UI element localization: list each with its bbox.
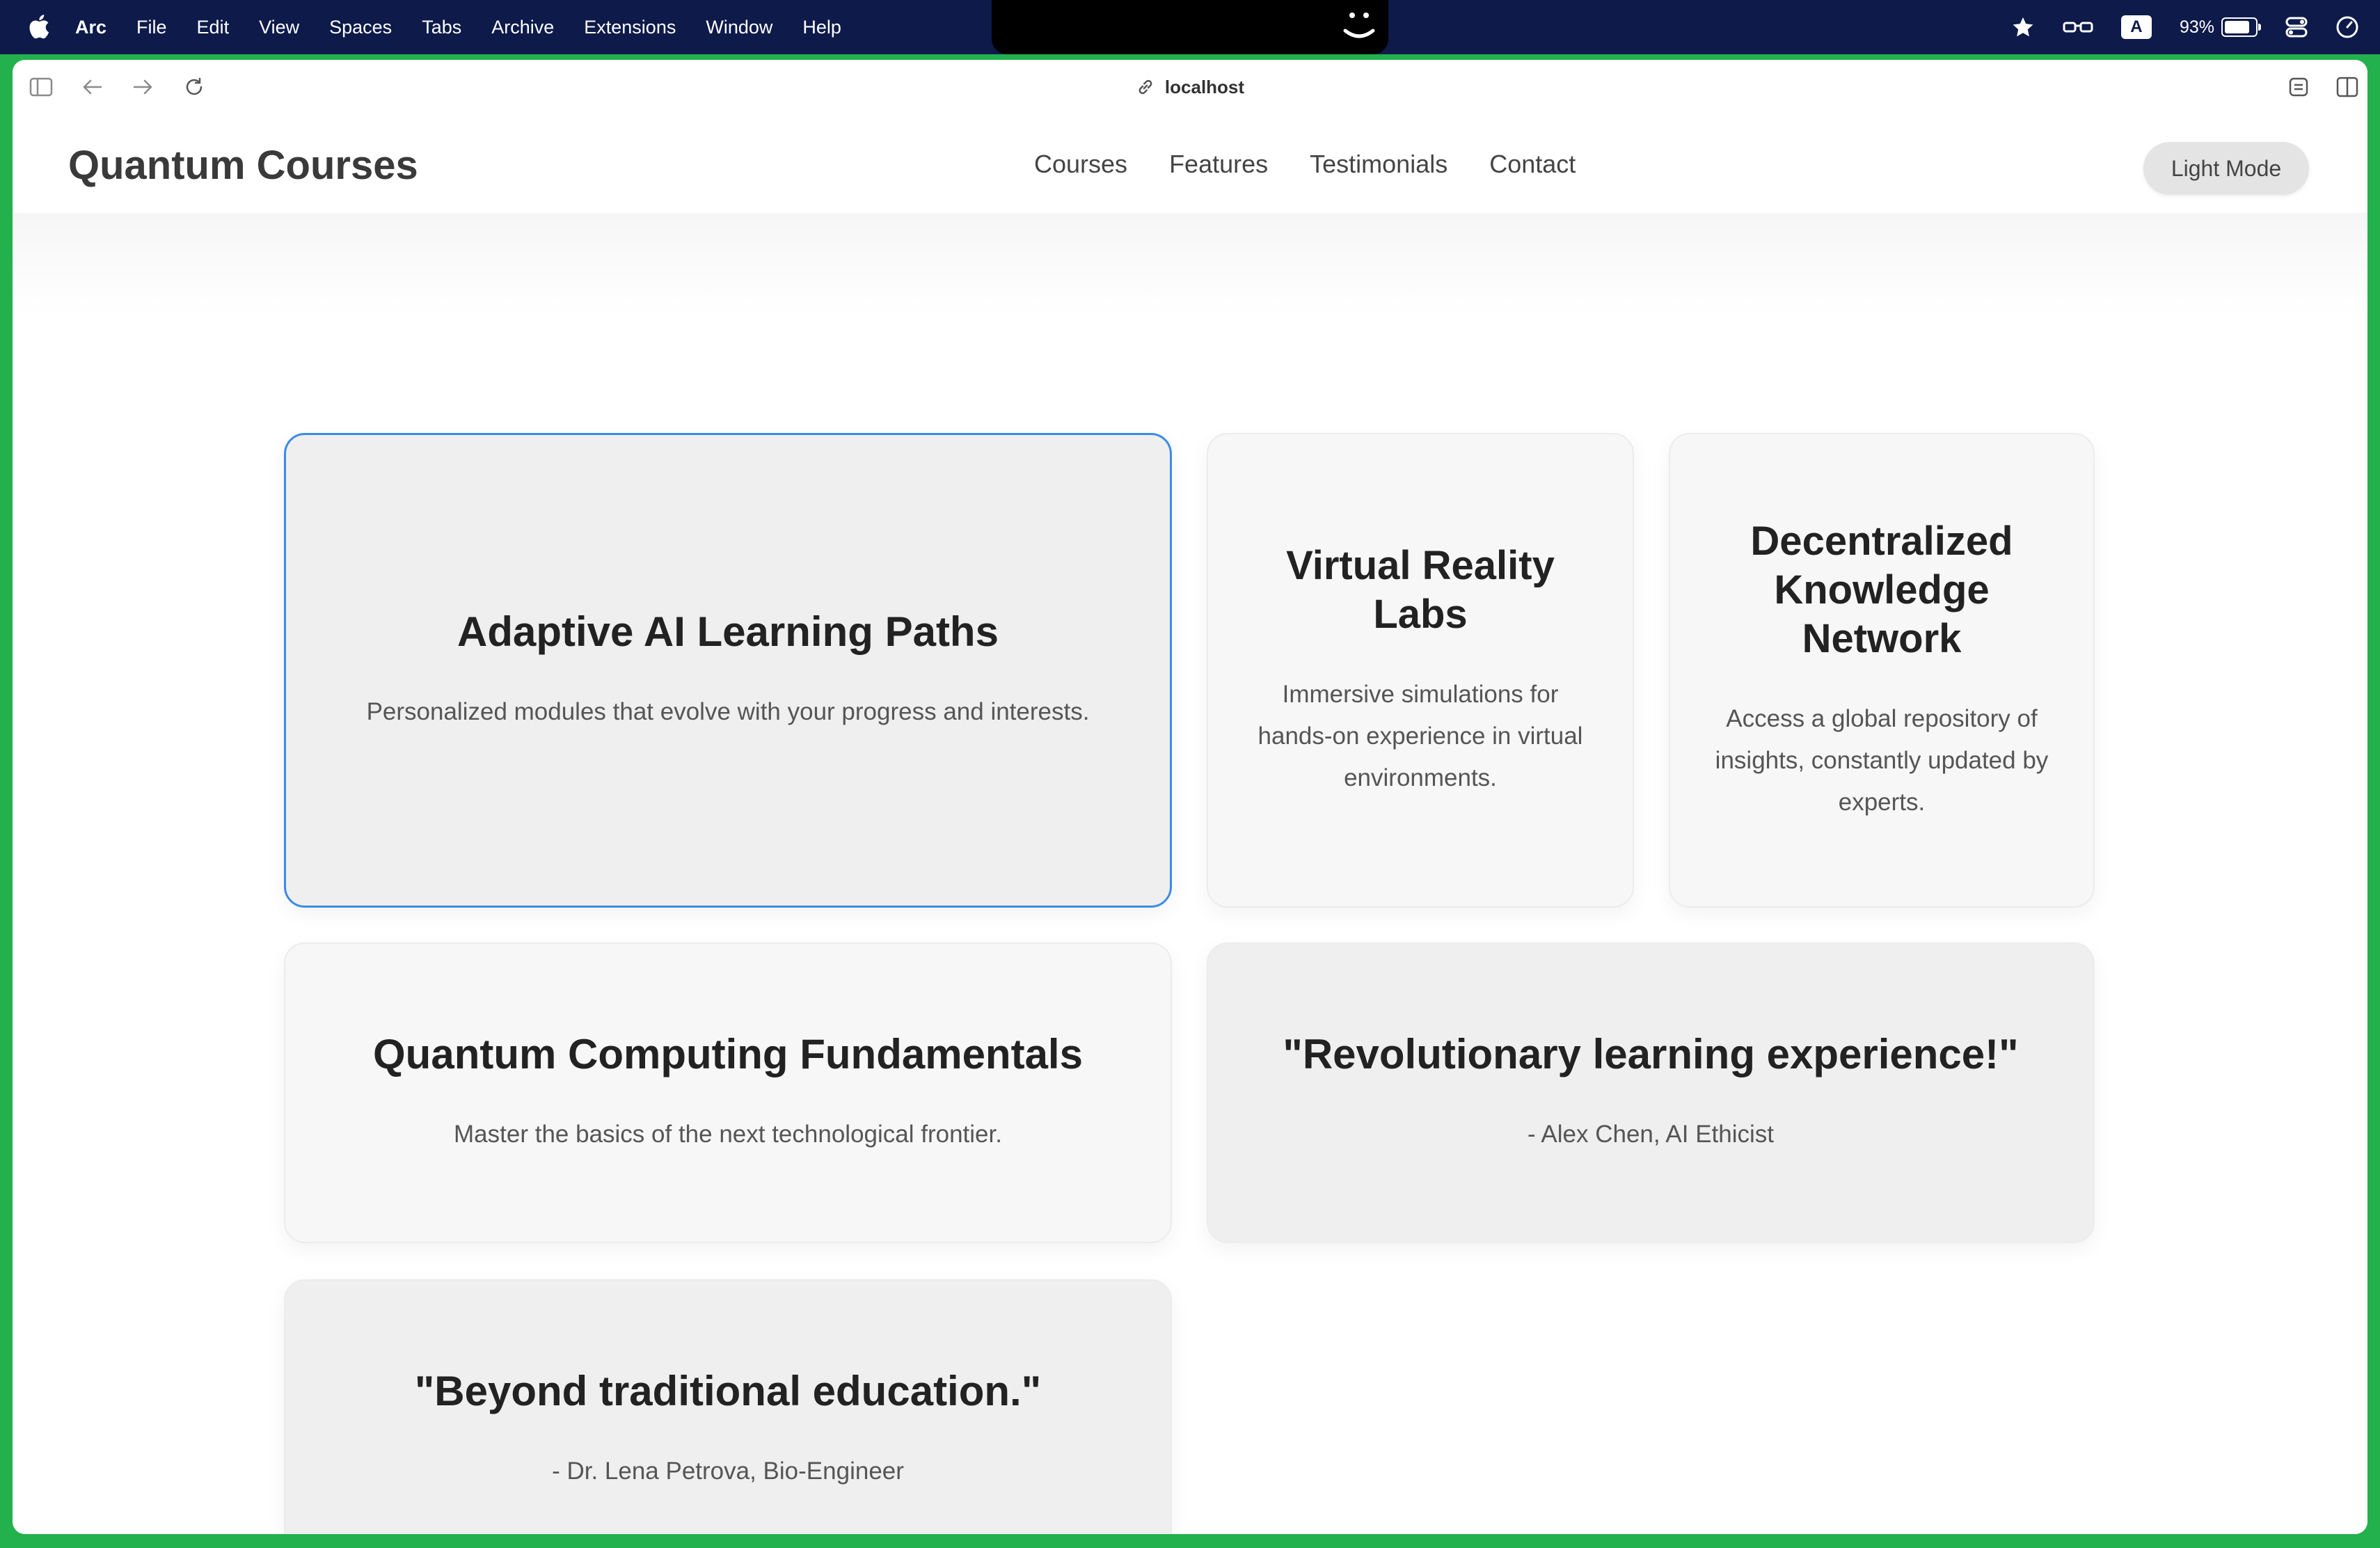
hero-band [13,213,2367,317]
testimonial-quote: "Revolutionary learning experience!" [1283,1031,2019,1077]
menu-view[interactable]: View [259,17,299,38]
browser-window: localhost Quantum Courses Courses Featur… [13,60,2367,1534]
input-source-icon[interactable]: A [2120,15,2152,39]
testimonial-author: - Alex Chen, AI Ethicist [1527,1121,1775,1148]
menu-bar: Arc File Edit View Spaces Tabs Archive E… [0,0,2380,54]
menu-spaces[interactable]: Spaces [329,17,392,38]
card-title: Virtual Reality Labs [1286,543,1555,637]
apple-icon[interactable] [26,13,50,40]
camera-notch [992,0,1388,54]
menu-file[interactable]: File [136,17,167,38]
url-text: localhost [1164,76,1245,97]
card-text: Master the basics of the next technologi… [454,1121,1002,1148]
clock-icon[interactable] [2335,15,2359,39]
star-icon[interactable] [2011,15,2035,39]
glasses-icon[interactable] [2063,19,2093,35]
menu-edit[interactable]: Edit [197,17,230,38]
card-vr-labs[interactable]: Virtual Reality Labs Immersive simulatio… [1207,433,1634,908]
battery-status[interactable]: 93% [2179,17,2261,38]
link-icon [1139,79,1152,95]
card-title: Adaptive AI Learning Paths [457,608,999,655]
nav-courses[interactable]: Courses [1034,143,1127,185]
nav-contact[interactable]: Contact [1489,143,1576,185]
card-title: Quantum Computing Fundamentals [373,1031,1083,1077]
testimonial-quote: "Beyond traditional education." [414,1368,1042,1414]
card-text: Personalized modules that evolve with yo… [366,698,1090,725]
nav-features[interactable]: Features [1169,143,1268,185]
battery-percentage: 93% [2179,17,2214,37]
menu-extensions[interactable]: Extensions [584,17,676,38]
menu-tabs[interactable]: Tabs [422,17,461,38]
site-header: Quantum Courses Courses Features Testimo… [13,114,2367,213]
battery-icon [2221,17,2261,37]
menu-window[interactable]: Window [706,17,772,38]
card-quantum-computing[interactable]: Quantum Computing Fundamentals Master th… [284,942,1172,1243]
card-text: Immersive simulations for hands-on exper… [1258,681,1583,791]
theme-toggle-button[interactable]: Light Mode [2143,142,2309,195]
card-decentralized-network[interactable]: Decentralized Knowledge Network Access a… [1669,433,2095,908]
control-center-icon[interactable] [2285,17,2308,38]
main-nav: Courses Features Testimonials Contact [1034,143,1617,185]
card-adaptive-ai[interactable]: Adaptive AI Learning Paths Personalized … [284,433,1172,908]
card-title: Decentralized Knowledge Network [1750,519,2013,661]
testimonial-card[interactable]: "Revolutionary learning experience!" - A… [1207,942,2095,1243]
browser-toolbar: localhost [13,60,2367,115]
menu-help[interactable]: Help [802,17,841,38]
menu-app-arc[interactable]: Arc [75,17,106,38]
web-page: Quantum Courses Courses Features Testimo… [13,114,2367,1534]
testimonial-card[interactable]: "Beyond traditional education." - Dr. Le… [284,1279,1172,1534]
battery-fill [2225,21,2249,33]
url-bar[interactable]: localhost [13,60,2367,114]
extensions-icon[interactable] [2285,74,2312,100]
card-text: Access a global repository of insights, … [1715,705,2049,816]
nav-testimonials[interactable]: Testimonials [1310,143,1447,185]
site-logo[interactable]: Quantum Courses [68,142,418,189]
testimonial-author: - Dr. Lena Petrova, Bio-Engineer [552,1458,904,1485]
split-view-icon[interactable] [2334,74,2361,100]
menu-archive[interactable]: Archive [491,17,554,38]
smiley-face-icon[interactable] [1338,6,1380,45]
